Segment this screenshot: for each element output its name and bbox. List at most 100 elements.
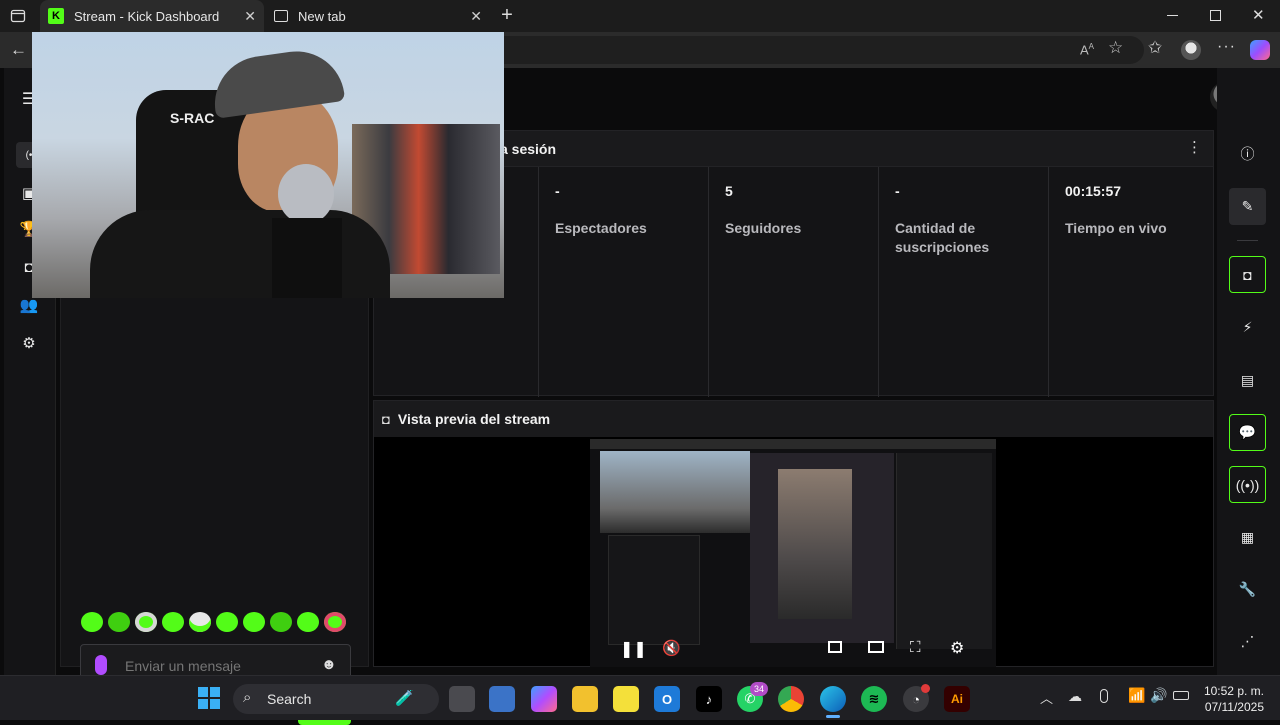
more-menu-icon[interactable]: ··· xyxy=(1217,38,1236,56)
browser-tab-bar: K Stream - Kick Dashboard ✕ New tab ✕ + … xyxy=(0,0,1280,32)
edit-pencil-icon[interactable]: ✎ xyxy=(1229,188,1266,225)
lightning-icon[interactable]: ⚡ xyxy=(1229,309,1266,346)
search-highlight-icon: 🧪 xyxy=(395,690,414,707)
windows-start-icon[interactable] xyxy=(198,687,220,709)
preview-header: ◘ Vista previa del stream xyxy=(374,401,1213,437)
page-icon xyxy=(274,10,288,22)
wifi-icon[interactable]: 📶 xyxy=(1128,687,1145,704)
close-window-icon[interactable]: ✕ xyxy=(1252,6,1265,24)
emote-icon[interactable] xyxy=(108,612,130,632)
layout-icon[interactable]: ▦ xyxy=(1229,519,1266,556)
stat-label: Seguidores xyxy=(725,220,802,236)
emote-icon[interactable] xyxy=(81,612,103,632)
pip-icon[interactable] xyxy=(828,641,842,653)
tab-title: New tab xyxy=(298,8,346,24)
volume-icon[interactable]: 🔊 xyxy=(1150,687,1167,704)
taskbar-search-box[interactable]: ⌕ Search 🧪 xyxy=(233,684,439,714)
emote-icon[interactable] xyxy=(243,612,265,632)
edge-active-indicator xyxy=(826,715,840,718)
notes-icon[interactable]: ▤ xyxy=(1229,362,1266,399)
emote-row xyxy=(81,612,351,634)
close-icon[interactable]: ✕ xyxy=(470,8,482,25)
back-arrow-icon[interactable]: ← xyxy=(10,40,27,60)
stat-label: Tiempo en vivo xyxy=(1065,220,1167,236)
edge-icon[interactable] xyxy=(820,686,846,712)
share-icon[interactable]: ⋰ xyxy=(1229,623,1266,660)
new-tab-button[interactable]: + xyxy=(497,4,517,26)
search-icon: ⌕ xyxy=(243,689,252,706)
emote-icon[interactable] xyxy=(189,612,211,632)
microphone-tray-icon[interactable] xyxy=(1100,689,1108,703)
copilot-app-icon[interactable] xyxy=(531,686,557,712)
task-view-icon[interactable] xyxy=(449,686,475,712)
emote-icon[interactable] xyxy=(324,612,346,632)
kebab-menu-icon[interactable]: ⋮ xyxy=(1187,138,1202,156)
settings-gear-icon[interactable]: ⚙ xyxy=(16,330,42,356)
spotify-icon[interactable]: ≋ xyxy=(861,686,887,712)
preview-webcam xyxy=(600,451,750,533)
preview-side-chat xyxy=(896,453,992,649)
emote-icon[interactable] xyxy=(216,612,238,632)
stream-preview-video[interactable]: ❚❚ 🔇 ⛶ ⚙ xyxy=(590,439,996,667)
read-aloud-icon[interactable]: AA xyxy=(1080,42,1094,57)
sticky-notes-icon[interactable] xyxy=(613,686,639,712)
copilot-icon[interactable] xyxy=(1250,40,1270,60)
minimize-icon[interactable] xyxy=(1167,15,1178,16)
whatsapp-badge: 34 xyxy=(750,682,768,696)
emote-icon[interactable] xyxy=(297,612,319,632)
emote-icon[interactable] xyxy=(270,612,292,632)
chat-bubble-icon[interactable]: 💬 xyxy=(1229,414,1266,451)
file-explorer-icon[interactable] xyxy=(572,686,598,712)
tab-new[interactable]: New tab ✕ xyxy=(266,0,490,32)
wrench-icon[interactable]: 🔧 xyxy=(1229,571,1266,608)
emoji-icon[interactable]: ☻ xyxy=(321,656,337,673)
microphone-icon[interactable] xyxy=(95,655,107,675)
illustrator-icon[interactable]: Ai xyxy=(944,686,970,712)
stat-label: Espectadores xyxy=(555,220,647,236)
preview-phone-video xyxy=(778,469,852,619)
notification-dot xyxy=(921,684,930,693)
webcam-overlay[interactable]: S-RAC xyxy=(32,32,504,298)
mute-icon[interactable]: 🔇 xyxy=(662,639,681,657)
person-shirt xyxy=(90,210,390,298)
close-icon[interactable]: ✕ xyxy=(244,8,256,25)
tab-actions-icon[interactable] xyxy=(10,8,26,24)
chrome-icon[interactable] xyxy=(778,686,804,712)
clock-time[interactable]: 10:52 p. m. xyxy=(1198,684,1264,698)
microphone-stand xyxy=(272,218,342,298)
stat-value: 5 xyxy=(725,183,733,199)
clock-date[interactable]: 07/11/2025 xyxy=(1198,700,1264,714)
emote-icon[interactable] xyxy=(135,612,157,632)
kick-logo-icon: K xyxy=(48,8,64,24)
capture-toggle-icon[interactable]: ◘ xyxy=(1229,256,1266,293)
theater-icon[interactable] xyxy=(868,641,884,653)
favorites-icon[interactable]: ✩ xyxy=(1148,38,1162,58)
chevron-up-icon[interactable]: ︿ xyxy=(1040,688,1053,707)
fullscreen-icon[interactable]: ⛶ xyxy=(910,639,921,656)
stat-subscriptions: - Cantidad de suscripciones xyxy=(878,167,1048,397)
preview-chat-column xyxy=(608,535,700,645)
store-icon[interactable] xyxy=(489,686,515,712)
preview-title: Vista previa del stream xyxy=(397,411,551,427)
stat-live-time: 00:15:57 Tiempo en vivo xyxy=(1048,167,1214,397)
favorite-star-icon[interactable]: ☆ xyxy=(1108,38,1123,58)
stat-followers: 5 Seguidores xyxy=(708,167,878,397)
emote-icon[interactable] xyxy=(162,612,184,632)
outlook-icon[interactable]: O xyxy=(654,686,680,712)
search-label: Search xyxy=(267,691,312,707)
tiktok-icon[interactable]: ♪ xyxy=(696,686,722,712)
battery-icon[interactable] xyxy=(1173,691,1189,700)
cloud-icon[interactable]: ☁ xyxy=(1068,688,1082,705)
broadcast-icon[interactable]: ((•)) xyxy=(1229,466,1266,503)
chair-logo: S-RAC xyxy=(170,110,215,126)
maximize-icon[interactable] xyxy=(1210,10,1221,21)
pause-icon[interactable]: ❚❚ xyxy=(620,639,647,659)
info-icon[interactable]: ⓘ xyxy=(1229,135,1266,172)
profile-avatar[interactable] xyxy=(1181,40,1201,60)
tab-kick-dashboard[interactable]: K Stream - Kick Dashboard ✕ xyxy=(40,0,264,32)
tab-title: Stream - Kick Dashboard xyxy=(74,8,220,24)
player-settings-gear-icon[interactable]: ⚙ xyxy=(950,638,964,658)
windows-taskbar: ⌕ Search 🧪 O ♪ ✆ 34 ≋ ◔ Ai ︿ ☁ 📶 🔊 10:52… xyxy=(0,675,1280,720)
stat-label: Cantidad de suscripciones xyxy=(895,220,990,255)
stat-viewers: - Espectadores xyxy=(538,167,708,397)
